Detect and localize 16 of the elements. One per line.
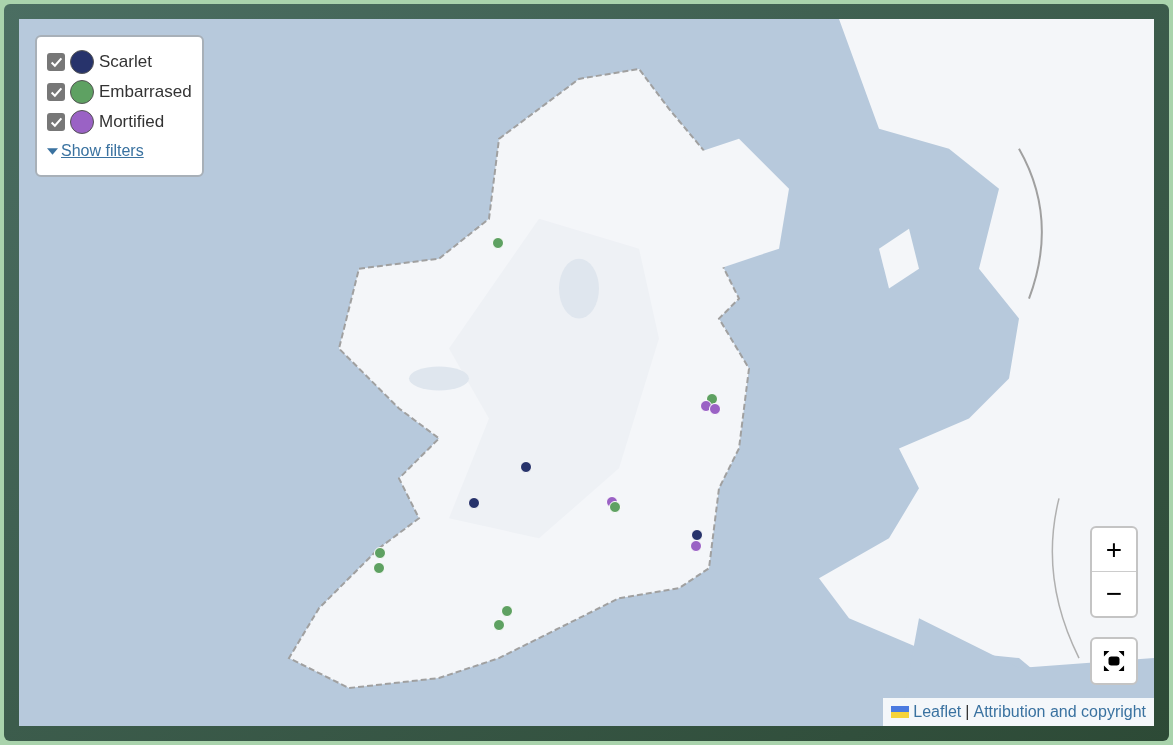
separator: | — [965, 702, 970, 722]
zoom-out-button[interactable]: − — [1092, 572, 1136, 616]
zoom-in-button[interactable]: + — [1092, 528, 1136, 572]
caret-icon — [47, 147, 58, 155]
show-filters-link[interactable]: Show filters — [47, 139, 192, 163]
legend-label: Embarrased — [99, 81, 192, 104]
legend-label: Scarlet — [99, 51, 152, 74]
fullscreen-button[interactable] — [1090, 637, 1138, 685]
legend-label: Mortified — [99, 111, 165, 134]
leaflet-link[interactable]: Leaflet — [913, 700, 962, 724]
checkbox[interactable] — [47, 83, 65, 101]
fullscreen-icon — [1103, 650, 1125, 672]
attribution-link[interactable]: Attribution and copyright — [973, 700, 1146, 724]
flag-icon — [891, 706, 910, 718]
checkbox[interactable] — [47, 113, 65, 131]
checkbox[interactable] — [47, 53, 65, 71]
